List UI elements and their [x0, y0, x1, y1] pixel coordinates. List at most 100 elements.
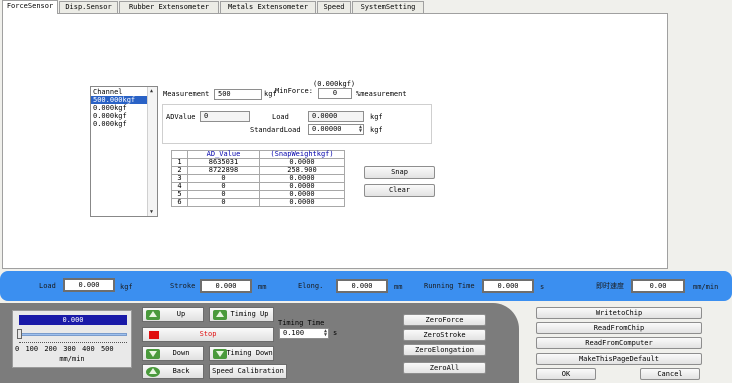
timing-down-icon — [213, 349, 227, 359]
ok-button[interactable]: OK — [536, 368, 596, 380]
spin-arrows-icon[interactable]: ▲ ▼ — [359, 125, 362, 134]
standard-load-label: StandardLoad — [250, 126, 301, 134]
make-page-default-button[interactable]: MakeThisPageDefault — [536, 353, 702, 365]
status-elong-label: Elong. — [298, 282, 324, 290]
channel-list[interactable]: Channel 500.000kgf 0.000kgf 0.000kgf 0.0… — [90, 86, 158, 217]
status-load-label: Load — [39, 282, 56, 290]
zero-stroke-button[interactable]: ZeroStroke — [403, 329, 486, 341]
status-time-value: 0.000 — [482, 279, 534, 293]
cancel-button[interactable]: Cancel — [640, 368, 700, 380]
write-to-chip-button[interactable]: WritetoChip — [536, 307, 702, 319]
table-row[interactable]: 4 0 0.0000 — [171, 182, 345, 191]
timing-down-button[interactable]: Timing Down — [209, 346, 274, 361]
speed-slider-track[interactable] — [19, 333, 127, 336]
table-row[interactable]: 3 0 0.0000 — [171, 174, 345, 183]
zero-elongation-button[interactable]: ZeroElongation — [403, 344, 486, 356]
tick-label: 200 — [44, 345, 57, 353]
table-row[interactable]: 6 0 0.0000 — [171, 198, 345, 207]
speed-calibration-button[interactable]: Speed Calibration — [209, 364, 287, 379]
speed-panel: 0.000 0 100 200 300 400 500 mm/min — [12, 310, 132, 368]
tab-strip: ForceSensor Disp.Sensor Rubber Extensome… — [0, 0, 732, 14]
speed-slider-thumb[interactable] — [17, 329, 22, 339]
read-from-computer-button[interactable]: ReadFromComputer — [536, 337, 702, 349]
tick-label: 300 — [63, 345, 76, 353]
timing-time-value: 0.100 — [283, 329, 305, 337]
table-row[interactable]: 5 0 0.0000 — [171, 190, 345, 199]
ad-value-label: ADValue — [166, 113, 196, 121]
min-force-input[interactable]: 0 — [318, 88, 352, 99]
status-load-value: 0.000 — [63, 278, 115, 292]
snap-button[interactable]: Snap — [364, 166, 435, 179]
tick-label: 500 — [100, 345, 114, 353]
standard-load-unit: kgf — [370, 126, 383, 134]
tab-disp-sensor[interactable]: Disp.Sensor — [59, 1, 118, 13]
speed-tick-labels: 0 100 200 300 400 500 — [15, 345, 131, 353]
table-row[interactable]: 1 8635031 0.0000 — [171, 158, 345, 167]
status-stroke-label: Stroke — [170, 282, 196, 290]
status-stroke-unit: mm — [258, 283, 267, 291]
tick-label: 100 — [25, 345, 39, 353]
table-header-row: AD_Value (SnapWeightkgf) — [171, 150, 345, 159]
scroll-down-icon[interactable]: ▼ — [150, 209, 153, 215]
ad-value-field: 0 — [200, 111, 250, 122]
tab-system-setting[interactable]: SystemSetting — [352, 1, 424, 13]
min-force-label: MinForce: — [275, 87, 313, 95]
down-button[interactable]: Down — [142, 346, 204, 361]
stop-button[interactable]: Stop — [142, 327, 274, 342]
status-load-unit: kgf — [120, 283, 133, 291]
spin-arrows-icon[interactable]: ▲ ▼ — [324, 329, 327, 338]
weight-cell[interactable]: 0.0000 — [259, 198, 345, 207]
snap-table[interactable]: AD_Value (SnapWeightkgf) 1 8635031 0.0000 … — [171, 150, 345, 207]
channel-scrollbar[interactable]: ▲ ▼ — [147, 87, 157, 216]
tick-label: 400 — [82, 345, 95, 353]
timing-time-label: Timing Time — [278, 319, 325, 327]
read-from-chip-button[interactable]: ReadFromChip — [536, 322, 702, 334]
timing-time-unit: s — [333, 329, 338, 337]
status-speed-value: 0.00 — [631, 279, 685, 293]
measurement-input[interactable]: 500 — [214, 89, 262, 100]
status-elong-value: 0.000 — [336, 279, 388, 293]
up-label: Up — [176, 310, 186, 318]
status-time-unit: s — [540, 283, 545, 291]
min-force-unit: %measurement — [356, 90, 407, 98]
status-speed-label: 即时速度 — [596, 282, 624, 290]
calibration-group — [162, 104, 432, 144]
side-area — [668, 13, 732, 269]
timing-up-icon — [213, 310, 227, 320]
load-field: 0.0000 — [308, 111, 364, 122]
table-row[interactable]: 2 8722898 258.900 — [171, 166, 345, 175]
down-label: Down — [172, 349, 190, 357]
down-arrow-icon — [146, 349, 160, 359]
load-label: Load — [272, 113, 289, 121]
up-button[interactable]: Up — [142, 307, 204, 322]
standard-load-input[interactable]: 0.00000 ▲ ▼ — [308, 124, 364, 135]
speed-slider-ticks — [19, 340, 127, 343]
tick-label: 0 — [15, 345, 20, 353]
status-bar: Load 0.000 kgf Stroke 0.000 mm Elong. 0.… — [0, 271, 732, 301]
timing-time-input[interactable]: 0.100 ▲ ▼ — [279, 328, 329, 339]
back-button[interactable]: Back — [142, 364, 204, 379]
timing-up-button[interactable]: Timing Up — [209, 307, 274, 322]
up-arrow-icon — [146, 310, 160, 320]
speed-display: 0.000 — [19, 315, 127, 325]
tab-rubber-extensometer[interactable]: Rubber Extensometer — [119, 1, 219, 13]
tab-speed[interactable]: Speed — [317, 1, 351, 13]
standard-load-value: 0.00000 — [312, 125, 342, 133]
speed-unit: mm/min — [59, 355, 85, 363]
status-speed-unit: mm/min — [693, 283, 719, 291]
clear-button[interactable]: Clear — [364, 184, 435, 197]
zero-all-button[interactable]: ZeroAll — [403, 362, 486, 374]
ad-cell[interactable]: 0 — [187, 198, 260, 207]
status-stroke-value: 0.000 — [200, 279, 252, 293]
scroll-up-icon[interactable]: ▲ — [150, 88, 153, 94]
channel-item[interactable]: 500.000kgf — [91, 96, 147, 104]
tab-force-sensor[interactable]: ForceSensor — [2, 0, 58, 14]
status-elong-unit: mm — [394, 283, 403, 291]
measurement-label: Measurement — [163, 90, 210, 98]
zero-force-button[interactable]: ZeroForce — [403, 314, 486, 326]
row-index: 6 — [171, 198, 188, 207]
load-unit: kgf — [370, 113, 383, 121]
status-time-label: Running Time — [424, 282, 475, 290]
stop-label: Stop — [199, 330, 217, 338]
tab-metals-extensometer[interactable]: Metals Extensometer — [220, 1, 316, 13]
